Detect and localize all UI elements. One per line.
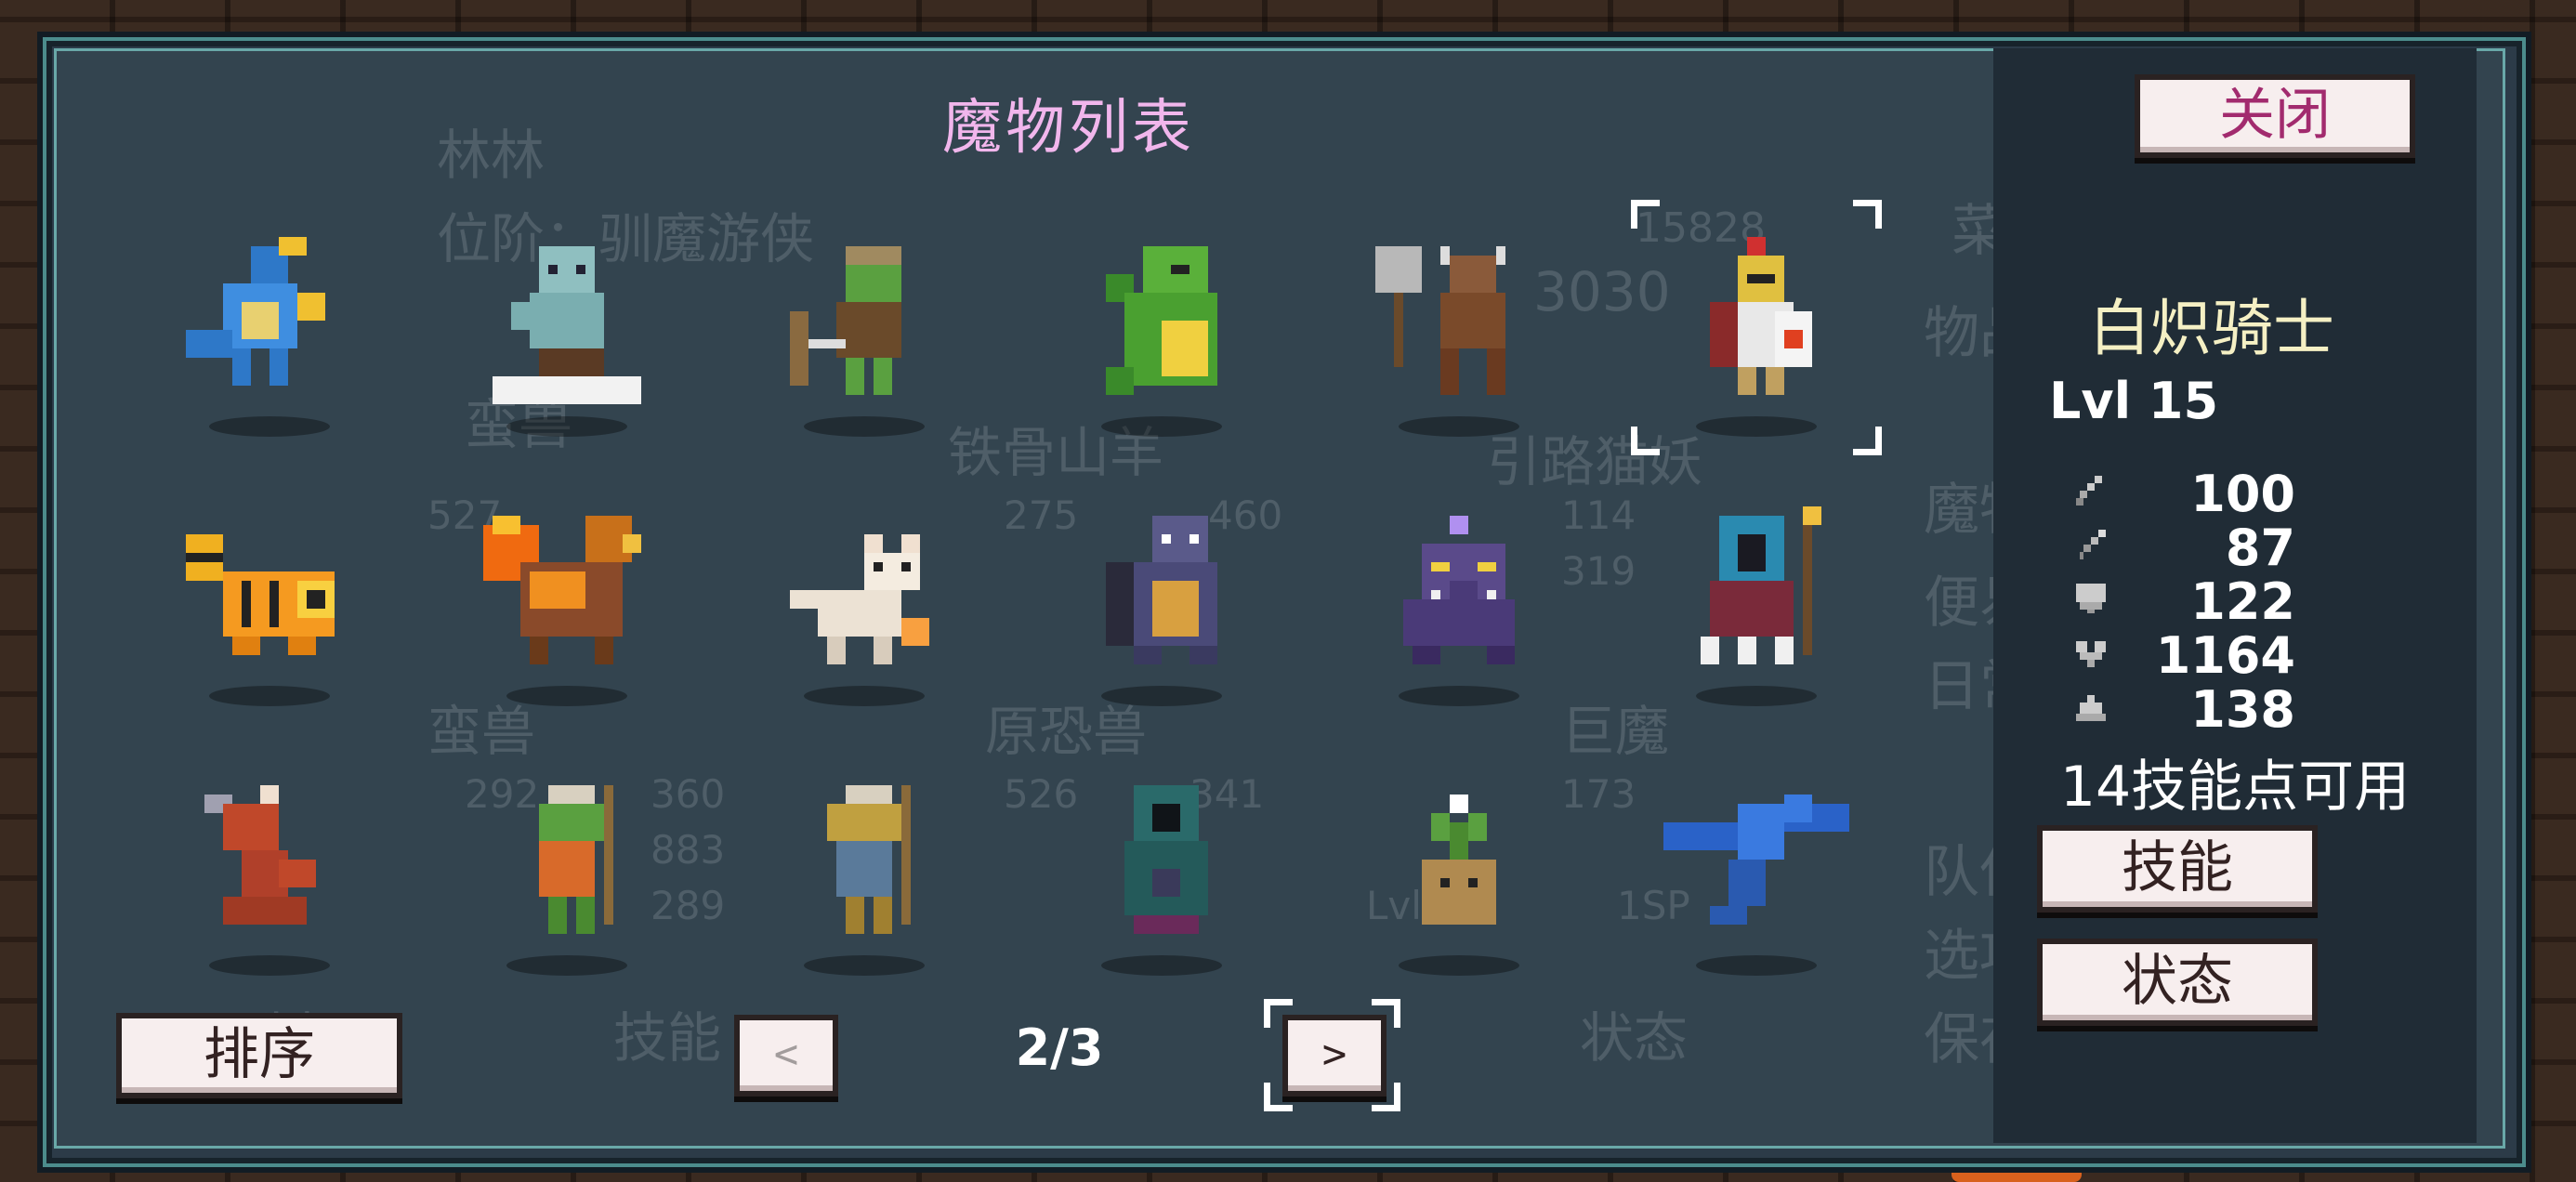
ghost-bottom-3: 状态 bbox=[1580, 1006, 1689, 1070]
purple-elephant-icon bbox=[1403, 516, 1515, 664]
prev-page-button[interactable]: < bbox=[734, 1015, 838, 1097]
monster-slot[interactable] bbox=[729, 204, 999, 455]
monster-slot[interactable] bbox=[729, 743, 999, 994]
stat-defense: 122 bbox=[2072, 572, 2295, 631]
skill-button[interactable]: 技能 bbox=[2037, 825, 2318, 913]
stat-speed-value: 138 bbox=[2190, 680, 2295, 739]
spiked-turtle-icon bbox=[1106, 516, 1217, 664]
selected-monster-name: 白炽骑士 bbox=[2089, 293, 2334, 364]
goblin-shaman-icon bbox=[539, 785, 613, 934]
stat-attack-value: 100 bbox=[2190, 465, 2295, 523]
monster-slot[interactable] bbox=[135, 204, 404, 455]
green-dragon-icon bbox=[1106, 246, 1217, 395]
stat-defense-value: 122 bbox=[2190, 572, 2295, 631]
selected-monster-level: Lvl 15 bbox=[2049, 372, 2219, 430]
boot-icon bbox=[2076, 695, 2106, 721]
window-title: 魔物列表 bbox=[942, 94, 1195, 163]
heart-icon bbox=[2076, 641, 2106, 667]
background-ghost-screen: 林林 位阶：驯魔游侠 15828 3030 蛮兽 铁骨山羊 引路猫妖 527 2… bbox=[167, 93, 1859, 1115]
stat-magic: 87 bbox=[2072, 519, 2295, 577]
next-focus-corner bbox=[1264, 1083, 1293, 1111]
ghost-owner: 林林 bbox=[437, 124, 545, 187]
close-button[interactable]: 关闭 bbox=[2135, 74, 2415, 158]
stat-attack: 100 bbox=[2072, 465, 2295, 523]
ghost-bottom-2: 技能 bbox=[613, 1006, 722, 1070]
skill-points-available: 14技能点可用 bbox=[2059, 755, 2411, 820]
monster-slot-selected[interactable] bbox=[1622, 200, 1891, 455]
next-focus-corner bbox=[1372, 1083, 1400, 1111]
red-serpent-icon bbox=[204, 785, 316, 925]
fire-griffin-icon bbox=[483, 516, 641, 664]
monster-slot[interactable] bbox=[1027, 743, 1296, 994]
monster-slot[interactable] bbox=[135, 743, 404, 994]
monster-slot[interactable] bbox=[1622, 474, 1891, 725]
wand-icon bbox=[2080, 530, 2106, 559]
status-button[interactable]: 状态 bbox=[2037, 939, 2318, 1026]
monster-slot[interactable] bbox=[1324, 743, 1594, 994]
monster-slot[interactable] bbox=[432, 474, 702, 725]
monster-slot[interactable] bbox=[432, 743, 702, 994]
tiger-salamander-icon bbox=[186, 534, 335, 655]
monster-slot[interactable] bbox=[135, 474, 404, 725]
goblin-elder-icon bbox=[827, 785, 911, 934]
stat-health: 1164 bbox=[2072, 626, 2295, 685]
sword-icon bbox=[2076, 476, 2102, 506]
monster-slot[interactable] bbox=[1027, 474, 1296, 725]
hooded-wraith-icon bbox=[1124, 785, 1208, 934]
monster-slot[interactable] bbox=[1622, 743, 1891, 994]
shield-icon bbox=[2076, 584, 2106, 613]
blue-lizard-icon bbox=[186, 237, 325, 386]
cloud-ghost-icon bbox=[493, 246, 641, 404]
monster-slot[interactable] bbox=[729, 474, 999, 725]
mandrake-sprout-icon bbox=[1422, 795, 1496, 925]
blue-wyvern-icon bbox=[1663, 795, 1849, 925]
stat-magic-value: 87 bbox=[2225, 519, 2295, 577]
monster-slot[interactable] bbox=[1324, 204, 1594, 455]
page-indicator: 2/3 bbox=[1015, 1018, 1104, 1077]
monster-slot[interactable] bbox=[1324, 474, 1594, 725]
white-cat-icon bbox=[790, 534, 929, 664]
next-focus-corner bbox=[1372, 999, 1400, 1028]
hooded-mage-icon bbox=[1701, 506, 1821, 664]
sort-button[interactable]: 排序 bbox=[116, 1013, 402, 1098]
monster-slot[interactable] bbox=[1027, 204, 1296, 455]
white-knight-icon bbox=[1710, 237, 1812, 395]
stat-speed: 138 bbox=[2072, 680, 2295, 739]
next-focus-corner bbox=[1264, 999, 1293, 1028]
minotaur-icon bbox=[1375, 246, 1505, 395]
stat-health-value: 1164 bbox=[2155, 626, 2295, 685]
goblin-archer-icon bbox=[790, 246, 901, 395]
monster-slot[interactable] bbox=[432, 204, 702, 455]
